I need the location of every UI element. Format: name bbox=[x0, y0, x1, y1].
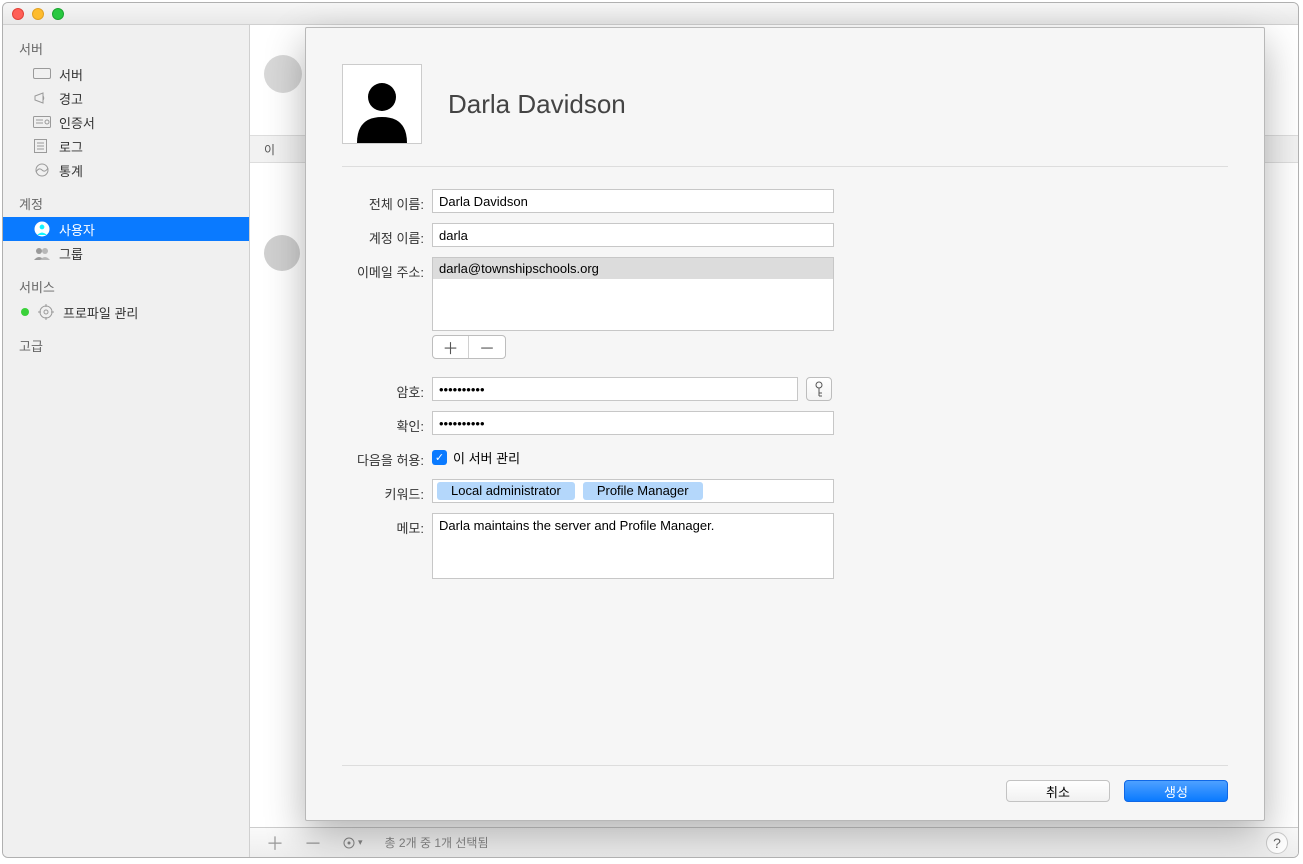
allow-admin-checkbox[interactable]: ✓ bbox=[432, 450, 447, 465]
full-name-input[interactable] bbox=[432, 189, 834, 213]
sidebar-section-server: 서버 bbox=[3, 33, 249, 62]
sidebar-item-users[interactable]: 사용자 bbox=[3, 217, 249, 241]
avatar bbox=[264, 55, 302, 93]
sheet-title: Darla Davidson bbox=[448, 89, 626, 120]
sidebar-item-label: 통계 bbox=[59, 161, 83, 180]
account-name-input[interactable] bbox=[432, 223, 834, 247]
sidebar-section-service: 서비스 bbox=[3, 271, 249, 300]
status-indicator-green bbox=[21, 308, 29, 316]
selection-status: 총 2개 중 1개 선택됨 bbox=[385, 834, 489, 851]
add-button[interactable]: ＋ bbox=[260, 833, 290, 853]
email-list[interactable]: darla@townshipschools.org bbox=[432, 257, 834, 331]
sidebar-item-label: 인증서 bbox=[59, 113, 95, 132]
close-window-button[interactable] bbox=[12, 8, 24, 20]
minimize-window-button[interactable] bbox=[32, 8, 44, 20]
sidebar-item-server[interactable]: 서버 bbox=[3, 62, 249, 86]
add-email-button[interactable]: ＋ bbox=[433, 336, 469, 358]
cancel-button[interactable]: 취소 bbox=[1006, 780, 1110, 802]
email-list-item[interactable]: darla@townshipschools.org bbox=[433, 258, 833, 279]
sheet-footer: 취소 생성 bbox=[342, 765, 1228, 802]
fullscreen-window-button[interactable] bbox=[52, 8, 64, 20]
sidebar-item-label: 프로파일 관리 bbox=[63, 303, 138, 322]
profile-picture-button[interactable] bbox=[342, 64, 422, 144]
chevron-down-icon: ▾ bbox=[358, 837, 363, 848]
confirm-label: 확인: bbox=[342, 411, 432, 435]
password-assistant-button[interactable] bbox=[806, 377, 832, 401]
sidebar-item-label: 서버 bbox=[59, 65, 83, 84]
sidebar-item-label: 사용자 bbox=[59, 220, 95, 239]
remove-email-button[interactable]: － bbox=[469, 336, 505, 358]
email-add-remove-group: ＋ － bbox=[432, 335, 506, 359]
sidebar-item-profile-manager[interactable]: 프로파일 관리 bbox=[3, 300, 249, 324]
account-name-label: 계정 이름: bbox=[342, 223, 432, 247]
keyword-token[interactable]: Local administrator bbox=[437, 482, 575, 500]
action-menu-button[interactable]: ▾ bbox=[336, 836, 369, 850]
sidebar: 서버 서버 경고 인증서 bbox=[3, 25, 250, 857]
allow-label: 다음을 허용: bbox=[342, 445, 432, 469]
list-row-avatar bbox=[264, 235, 300, 271]
full-name-label: 전체 이름: bbox=[342, 189, 432, 213]
list-header-text: 이 bbox=[264, 141, 275, 158]
allow-admin-checkbox-label: 이 서버 관리 bbox=[453, 448, 520, 467]
megaphone-icon bbox=[33, 90, 51, 106]
person-silhouette-icon bbox=[347, 73, 417, 143]
help-button[interactable]: ? bbox=[1266, 832, 1288, 854]
email-label: 이메일 주소: bbox=[342, 257, 432, 281]
sidebar-item-label: 로그 bbox=[59, 137, 83, 156]
user-icon bbox=[33, 221, 51, 237]
sidebar-item-logs[interactable]: 로그 bbox=[3, 134, 249, 158]
new-user-sheet: Darla Davidson 전체 이름: 계정 이름: 이메일 주소: dar… bbox=[305, 27, 1265, 821]
sidebar-item-certificates[interactable]: 인증서 bbox=[3, 110, 249, 134]
sidebar-item-label: 경고 bbox=[59, 89, 83, 108]
memo-label: 메모: bbox=[342, 513, 432, 537]
log-icon bbox=[33, 138, 51, 154]
sidebar-item-groups[interactable]: 그룹 bbox=[3, 241, 249, 265]
sidebar-item-label: 그룹 bbox=[59, 244, 83, 263]
create-button[interactable]: 생성 bbox=[1124, 780, 1228, 802]
sidebar-section-account: 계정 bbox=[3, 188, 249, 217]
remove-button[interactable]: － bbox=[298, 833, 328, 853]
gear-icon bbox=[342, 836, 356, 850]
gear-icon bbox=[37, 304, 55, 320]
keyword-token[interactable]: Profile Manager bbox=[583, 482, 703, 500]
password-label: 암호: bbox=[342, 377, 432, 401]
titlebar bbox=[3, 3, 1298, 25]
sidebar-item-alerts[interactable]: 경고 bbox=[3, 86, 249, 110]
sidebar-section-advanced[interactable]: 고급 bbox=[3, 330, 249, 359]
keyword-label: 키워드: bbox=[342, 479, 432, 503]
sidebar-item-stats[interactable]: 통계 bbox=[3, 158, 249, 182]
group-icon bbox=[33, 245, 51, 261]
sheet-header: Darla Davidson bbox=[342, 64, 1228, 167]
password-input[interactable] bbox=[432, 377, 798, 401]
keyword-input[interactable]: Local administrator Profile Manager bbox=[432, 479, 834, 503]
display-icon bbox=[33, 66, 51, 82]
footer-bar: ＋ － ▾ 총 2개 중 1개 선택됨 ? bbox=[250, 827, 1298, 857]
app-window: 서버 서버 경고 인증서 bbox=[2, 2, 1299, 858]
confirm-password-input[interactable] bbox=[432, 411, 834, 435]
chart-icon bbox=[33, 162, 51, 178]
key-icon bbox=[813, 381, 825, 397]
memo-textarea[interactable] bbox=[432, 513, 834, 579]
certificate-icon bbox=[33, 114, 51, 130]
